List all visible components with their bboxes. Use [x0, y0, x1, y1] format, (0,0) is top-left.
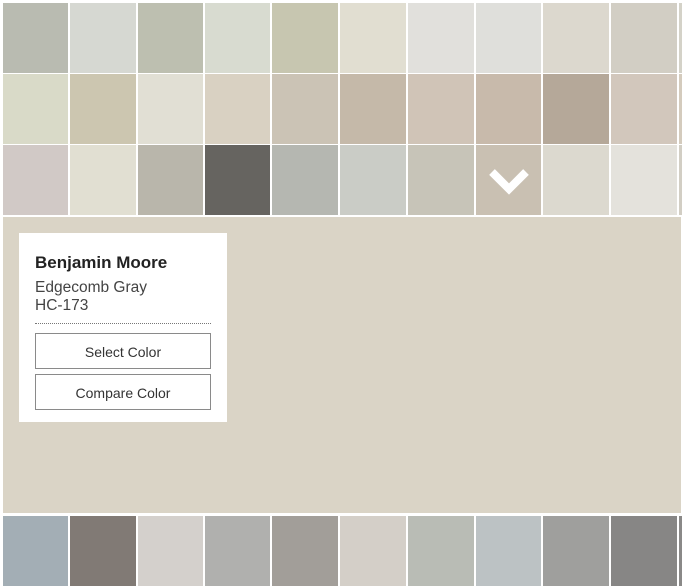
- color-code: HC-173: [35, 297, 89, 314]
- color-swatch[interactable]: [205, 3, 270, 73]
- color-swatch[interactable]: [476, 74, 541, 144]
- color-swatch[interactable]: [70, 516, 136, 586]
- color-swatch[interactable]: [543, 3, 609, 73]
- color-swatch[interactable]: [272, 516, 338, 586]
- color-swatch[interactable]: [70, 145, 136, 215]
- select-color-button[interactable]: Select Color: [35, 333, 211, 369]
- color-swatch[interactable]: [543, 516, 609, 586]
- color-swatch[interactable]: [272, 74, 338, 144]
- color-swatch[interactable]: [476, 516, 541, 586]
- color-swatch[interactable]: [408, 74, 474, 144]
- color-swatch[interactable]: [476, 3, 541, 73]
- color-info-card: Benjamin Moore Edgecomb Gray HC-173 Sele…: [19, 233, 227, 422]
- color-swatch[interactable]: [272, 145, 338, 215]
- color-swatch[interactable]: [340, 516, 406, 586]
- swatch-row: [0, 516, 682, 586]
- color-swatch[interactable]: [3, 145, 68, 215]
- color-swatch[interactable]: [340, 145, 406, 215]
- compare-color-button[interactable]: Compare Color: [35, 374, 211, 410]
- color-swatch[interactable]: [611, 3, 677, 73]
- color-swatch[interactable]: [138, 3, 203, 73]
- brand-name: Benjamin Moore: [35, 253, 168, 272]
- color-swatch[interactable]: [408, 516, 474, 586]
- color-name: Edgecomb Gray: [35, 279, 147, 296]
- swatch-row: [0, 3, 682, 73]
- color-swatch[interactable]: [138, 145, 203, 215]
- color-swatch[interactable]: [408, 3, 474, 73]
- color-swatch[interactable]: [611, 145, 677, 215]
- color-swatch[interactable]: [70, 3, 136, 73]
- color-swatch[interactable]: [138, 74, 203, 144]
- color-swatch[interactable]: [272, 3, 338, 73]
- color-swatch-selected[interactable]: [476, 145, 541, 215]
- color-swatch[interactable]: [205, 74, 270, 144]
- color-swatch[interactable]: [3, 3, 68, 73]
- color-swatch[interactable]: [543, 145, 609, 215]
- color-swatch[interactable]: [340, 3, 406, 73]
- color-swatch[interactable]: [340, 74, 406, 144]
- color-swatch[interactable]: [205, 516, 270, 586]
- color-swatch[interactable]: [611, 516, 677, 586]
- chevron-down-icon: [488, 169, 529, 195]
- color-swatch[interactable]: [138, 516, 203, 586]
- color-swatch[interactable]: [3, 74, 68, 144]
- color-swatch[interactable]: [70, 74, 136, 144]
- color-swatch[interactable]: [205, 145, 270, 215]
- color-swatch[interactable]: [543, 74, 609, 144]
- color-swatch[interactable]: [408, 145, 474, 215]
- card-divider: [35, 323, 211, 324]
- swatch-row: [0, 74, 682, 144]
- swatch-row: [0, 145, 682, 215]
- color-swatch[interactable]: [611, 74, 677, 144]
- color-swatch[interactable]: [3, 516, 68, 586]
